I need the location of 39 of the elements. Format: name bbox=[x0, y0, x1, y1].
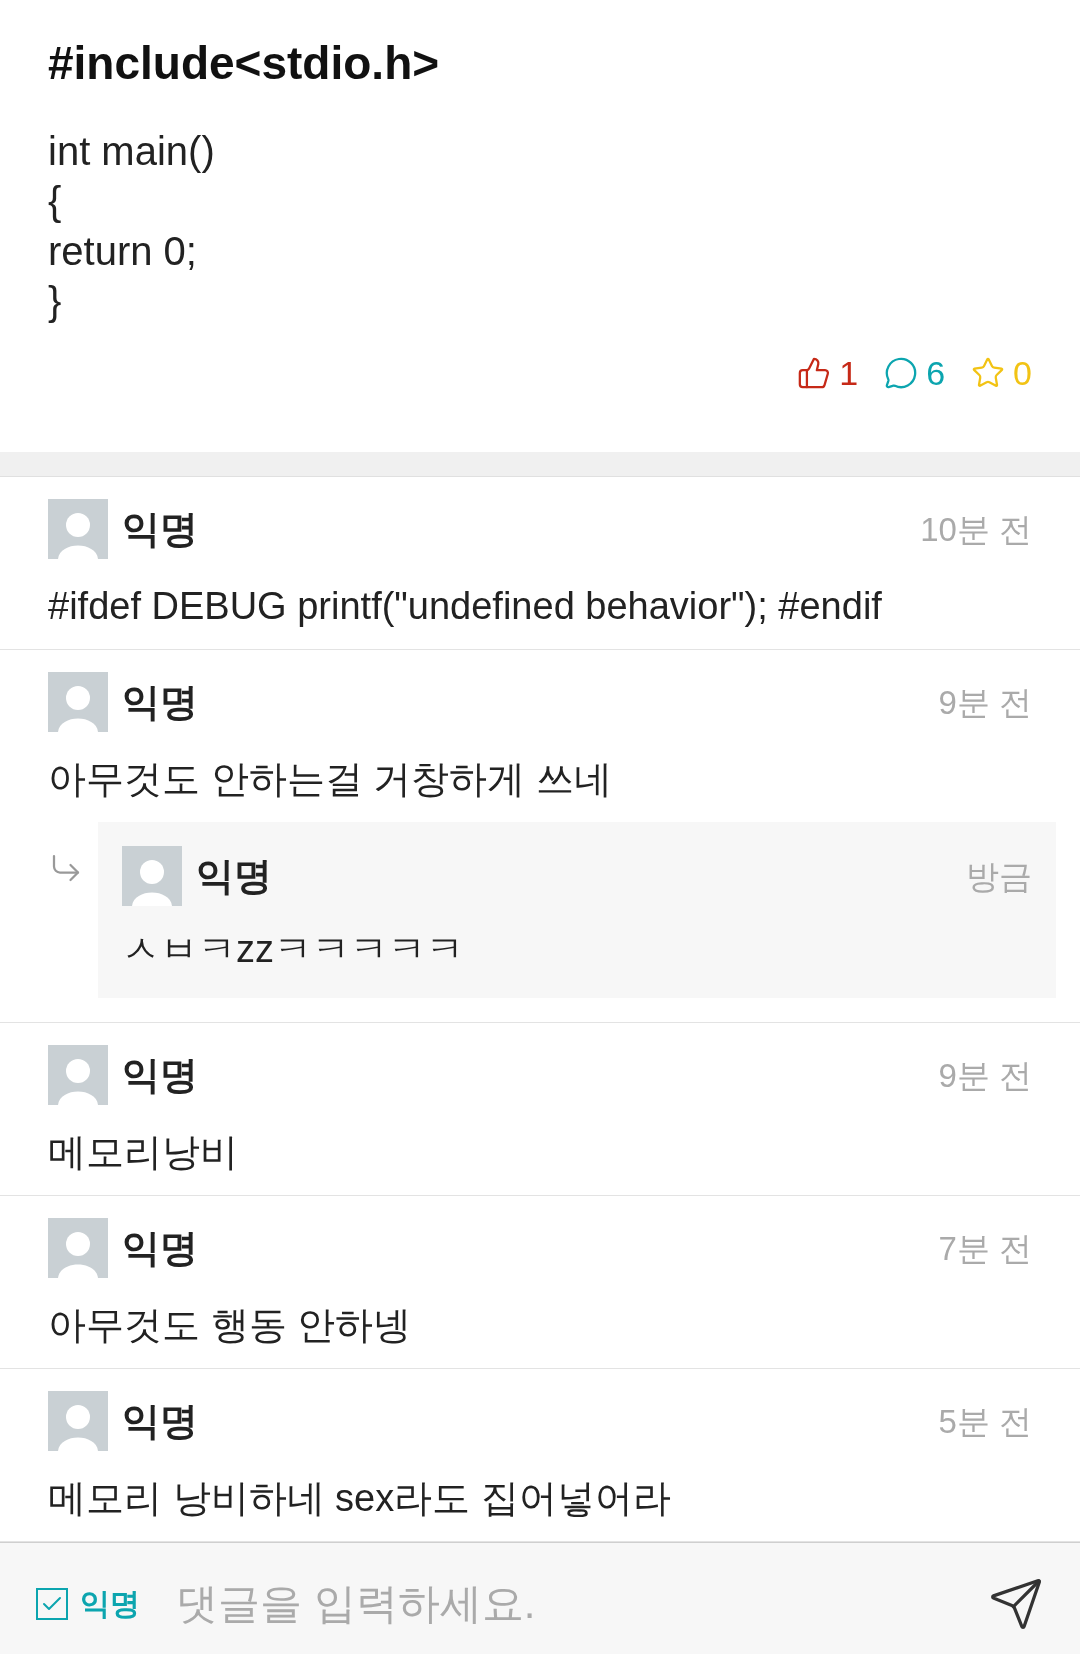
author-name: 익명 bbox=[196, 857, 272, 895]
comment-time: 7분 전 bbox=[938, 1231, 1032, 1265]
avatar-icon bbox=[48, 1218, 108, 1278]
comment-text: #ifdef DEBUG printf("undefined behavior"); #endif bbox=[48, 587, 883, 625]
comment-text: 아무것도 안하는걸 거창하게 쓰네 bbox=[48, 760, 613, 798]
author-name: 익명 bbox=[122, 1056, 198, 1094]
comment-composer[interactable]: 익명 댓글을 입력하세요. bbox=[0, 1542, 1080, 1654]
star-icon bbox=[971, 356, 1006, 390]
author-name: 익명 bbox=[122, 510, 198, 548]
author-name: 익명 bbox=[122, 1402, 198, 1440]
avatar-icon bbox=[48, 499, 108, 559]
comment-time: 10분 전 bbox=[920, 512, 1032, 546]
thumbs-up-icon bbox=[797, 356, 832, 390]
avatar-icon bbox=[122, 846, 182, 906]
comment-input[interactable]: 댓글을 입력하세요. bbox=[176, 1572, 988, 1635]
anonymous-label: 익명 bbox=[80, 1586, 140, 1622]
post-body-line: int main() bbox=[48, 128, 216, 175]
post-title: #include<stdio.h> bbox=[48, 40, 441, 86]
post-body-line: { bbox=[48, 178, 63, 225]
post-body-line: } bbox=[48, 278, 63, 325]
scrap-count: 0 bbox=[1013, 356, 1032, 390]
anonymous-checkbox[interactable] bbox=[36, 1587, 68, 1620]
comment-text: 메모리낭비 bbox=[48, 1133, 239, 1171]
avatar-icon bbox=[48, 1391, 108, 1451]
comment-count: 6 bbox=[926, 356, 946, 390]
comment-text: 아무것도 행동 안하넹 bbox=[48, 1306, 413, 1344]
author-name: 익명 bbox=[122, 683, 198, 721]
comment-time: 9분 전 bbox=[938, 1058, 1032, 1092]
comment-text: ㅅㅂㅋzzㅋㅋㅋㅋㅋ bbox=[122, 930, 465, 968]
post-body-line: return 0; bbox=[48, 228, 198, 275]
comment-icon bbox=[884, 356, 919, 390]
author-name: 익명 bbox=[122, 1229, 198, 1267]
avatar-icon bbox=[48, 1045, 108, 1105]
comment-time: 방금 bbox=[966, 859, 1032, 893]
like-count: 1 bbox=[839, 356, 859, 390]
comment-time: 9분 전 bbox=[938, 685, 1032, 719]
comment-text: 메모리 낭비하네 sex라도 집어넣어라 bbox=[48, 1479, 672, 1517]
comment-time: 5분 전 bbox=[938, 1404, 1032, 1438]
avatar-icon bbox=[48, 672, 108, 732]
